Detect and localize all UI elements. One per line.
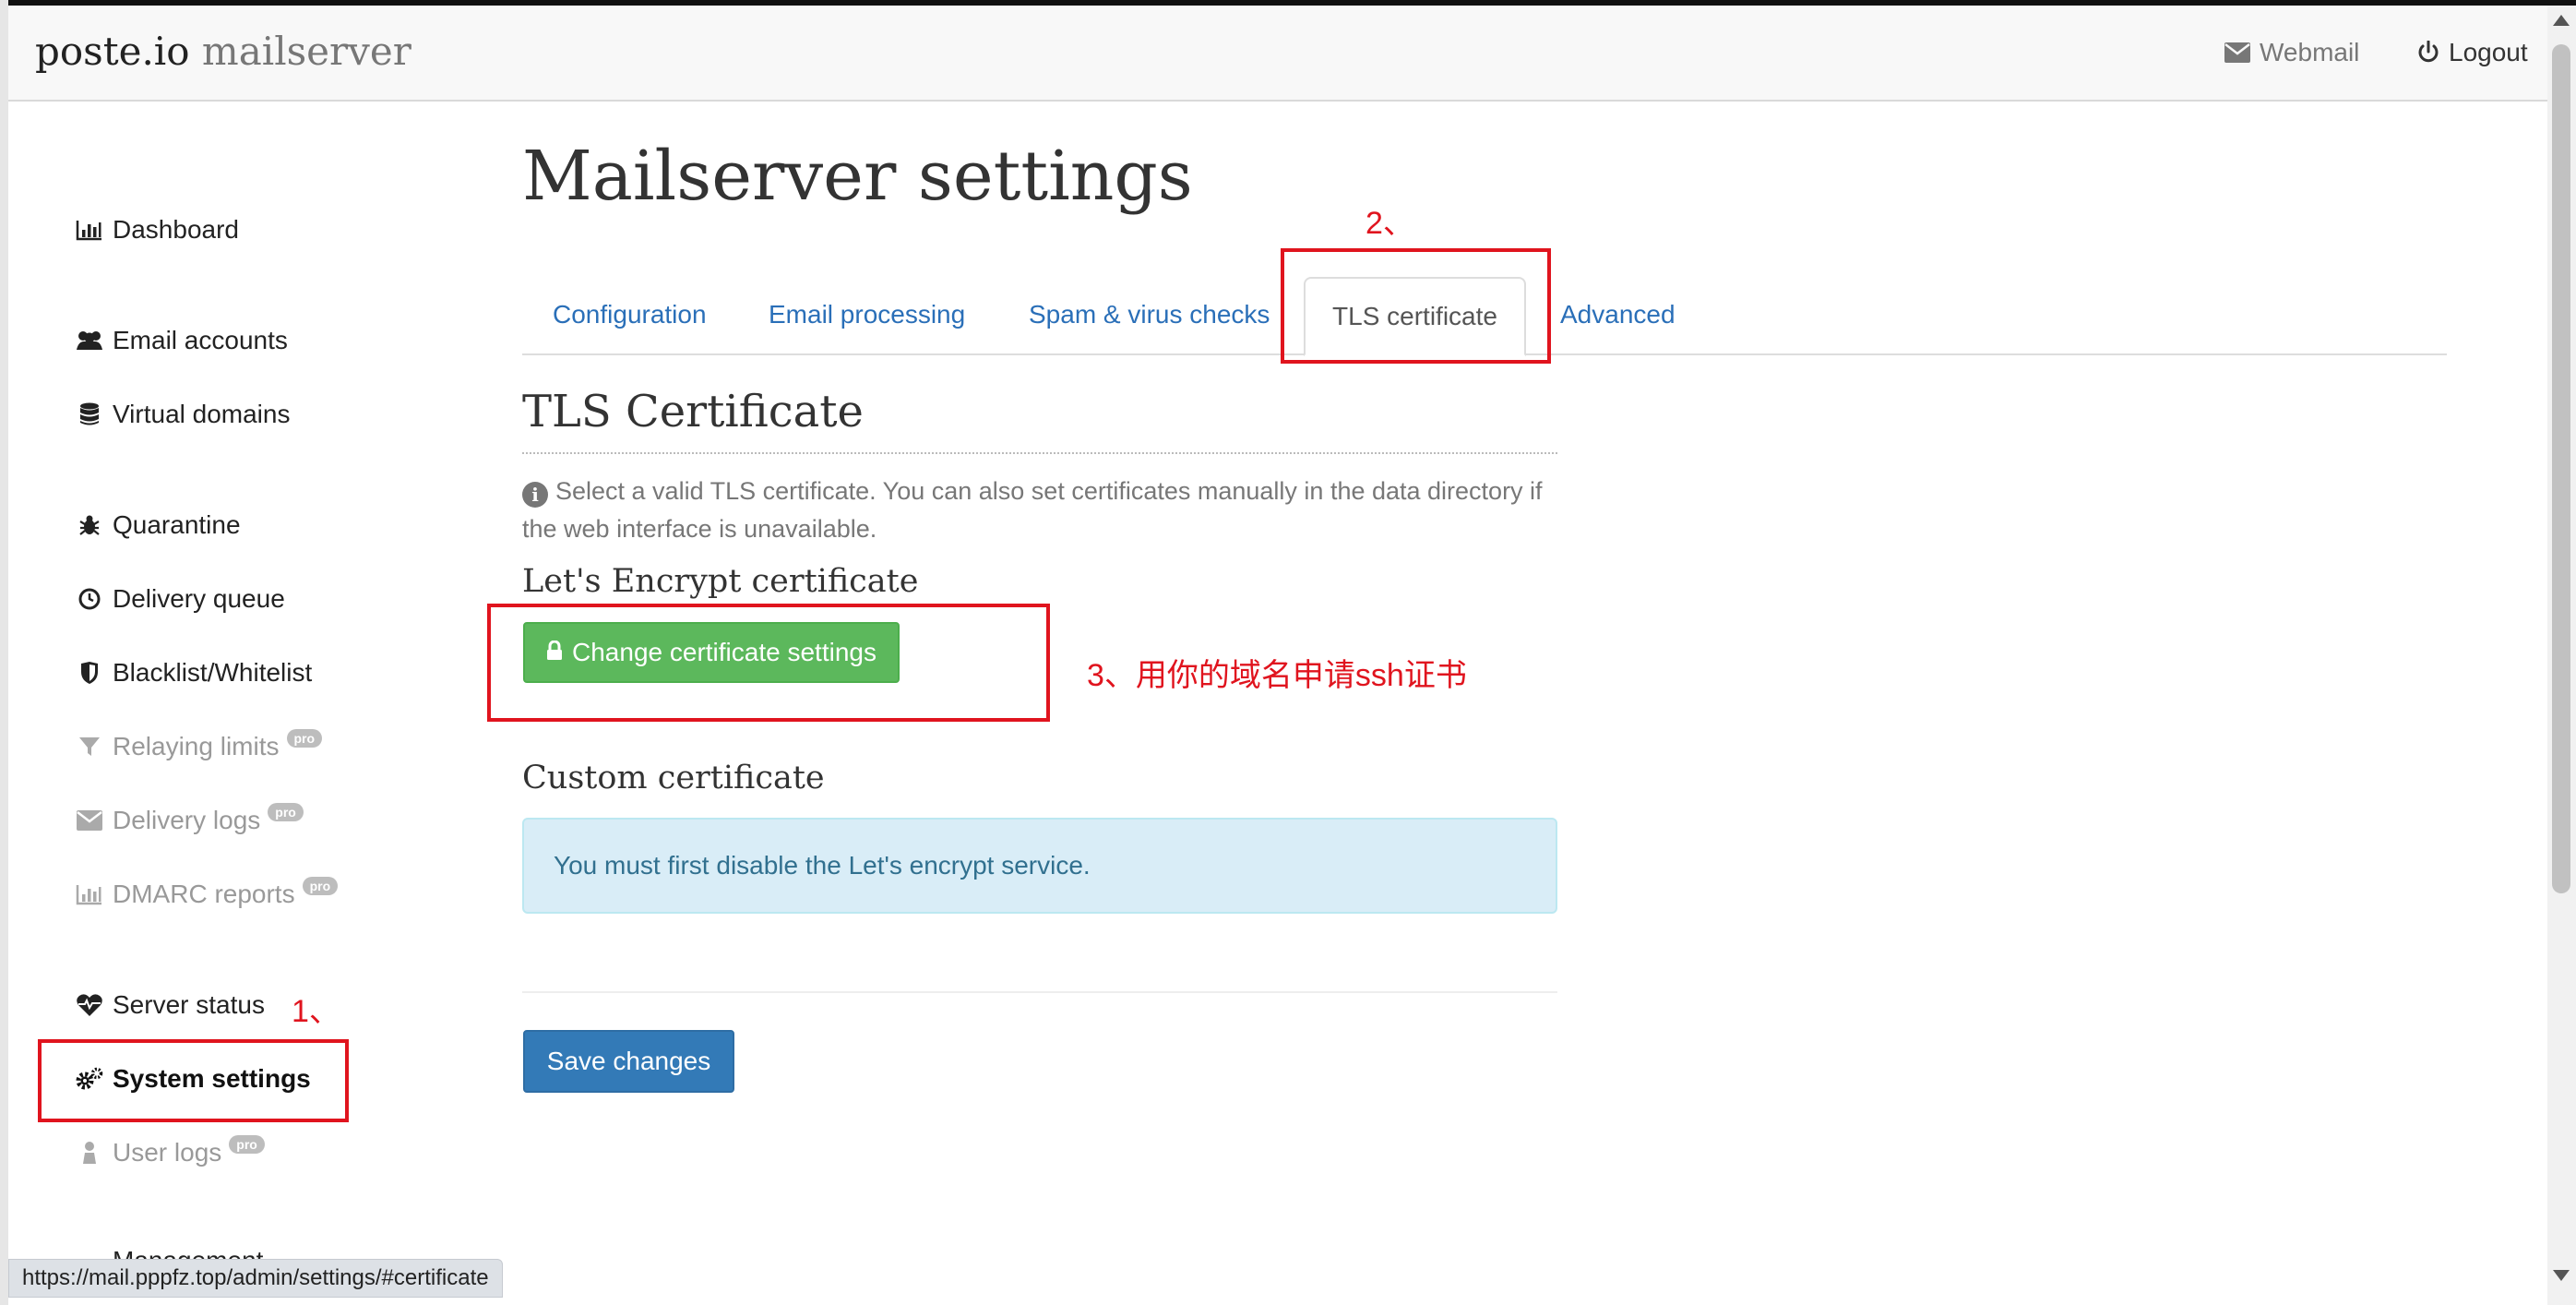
sidebar-item-label: Email accounts — [113, 326, 288, 354]
bug-icon — [74, 509, 105, 541]
logout-label: Logout — [2449, 38, 2528, 66]
custom-certificate-title: Custom certificate — [522, 760, 825, 796]
help-text-content: Select a valid TLS certificate. You can … — [522, 477, 1543, 543]
letsencrypt-title: Let's Encrypt certificate — [522, 563, 919, 600]
filter-icon — [74, 731, 105, 762]
sidebar-item-user-logs[interactable]: User logs pro — [74, 1135, 265, 1168]
info-alert: You must first disable the Let's encrypt… — [522, 818, 1557, 914]
save-changes-label: Save changes — [546, 1047, 711, 1075]
brand-suffix: mailserver — [201, 29, 411, 74]
sidebar-item-delivery-queue[interactable]: Delivery queue — [74, 583, 285, 615]
sidebar-item-quarantine[interactable]: Quarantine — [74, 509, 241, 541]
sidebar-item-label: Dashboard — [113, 215, 239, 244]
users-icon — [74, 325, 105, 356]
sidebar-item-dashboard[interactable]: Dashboard — [74, 214, 239, 245]
info-alert-text: You must first disable the Let's encrypt… — [554, 851, 1091, 880]
top-navbar: poste.io mailserver Webmail Logout — [8, 6, 2547, 102]
form-divider — [522, 991, 1557, 993]
brand-name: poste.io — [35, 29, 190, 74]
help-text: i Select a valid TLS certificate. You can… — [522, 473, 1556, 548]
scroll-up-arrow-icon[interactable] — [2553, 15, 2570, 26]
user-icon — [74, 1137, 105, 1168]
sidebar-item-server-status[interactable]: Server status — [74, 989, 265, 1021]
info-icon: i — [522, 482, 548, 508]
page-title: Mailserver settings — [522, 137, 1193, 216]
sidebar-item-label: Virtual domains — [113, 400, 291, 428]
sidebar-item-relaying-limits[interactable]: Relaying limits pro — [74, 729, 323, 762]
sidebar-item-label: Relaying limits — [113, 732, 280, 760]
window-left-border — [0, 0, 8, 1305]
sidebar-item-label: Server status — [113, 990, 265, 1019]
scroll-down-arrow-icon[interactable] — [2553, 1270, 2570, 1281]
tab-advanced[interactable]: Advanced — [1560, 300, 1676, 329]
status-bar-url: https://mail.pppfz.top/admin/settings/#c… — [8, 1259, 503, 1298]
pro-badge: pro — [286, 729, 323, 748]
shield-icon — [74, 657, 105, 688]
webmail-label: Webmail — [2260, 38, 2360, 66]
sidebar-item-label: Delivery logs — [113, 806, 261, 834]
tab-email-processing[interactable]: Email processing — [769, 300, 965, 329]
clock-icon — [74, 583, 105, 615]
sidebar-item-email-accounts[interactable]: Email accounts — [74, 325, 288, 356]
power-icon — [2417, 41, 2439, 65]
tab-configuration[interactable]: Configuration — [553, 300, 707, 329]
heartbeat-icon — [74, 989, 105, 1021]
sidebar-item-label: DMARC reports — [113, 880, 295, 908]
sidebar-item-dmarc-reports[interactable]: DMARC reports pro — [74, 877, 339, 910]
envelope-icon — [74, 805, 105, 836]
annotation-step1: 1、 — [292, 994, 340, 1029]
logout-link[interactable]: Logout — [2417, 38, 2528, 67]
pro-badge: pro — [229, 1135, 265, 1154]
sidebar-item-label: Blacklist/Whitelist — [113, 658, 313, 687]
pro-badge: pro — [268, 803, 304, 821]
sidebar-item-label: Quarantine — [113, 510, 241, 539]
bar-chart-icon — [74, 879, 105, 910]
save-changes-button[interactable]: Save changes — [523, 1030, 734, 1093]
database-icon — [74, 399, 105, 430]
annotation-step3: 3、用你的域名申请ssh证书 — [1087, 658, 1467, 693]
pro-badge: pro — [302, 877, 339, 895]
envelope-icon — [2224, 42, 2250, 63]
scrollbar-thumb[interactable] — [2552, 44, 2570, 893]
sidebar-item-delivery-logs[interactable]: Delivery logs pro — [74, 803, 304, 836]
tab-spam-virus-checks[interactable]: Spam & virus checks — [1029, 300, 1270, 329]
sidebar-item-blacklist-whitelist[interactable]: Blacklist/Whitelist — [74, 657, 312, 688]
section-title-tls: TLS Certificate — [522, 386, 864, 437]
sidebar-item-virtual-domains[interactable]: Virtual domains — [74, 399, 290, 430]
bar-chart-icon — [74, 214, 105, 245]
annotation-box-step1 — [38, 1039, 349, 1122]
annotation-box-step2 — [1281, 248, 1551, 364]
section-divider — [522, 452, 1557, 454]
brand-logo[interactable]: poste.io mailserver — [35, 29, 411, 74]
sidebar-item-label: User logs — [113, 1138, 222, 1167]
annotation-box-step3 — [487, 604, 1050, 722]
webmail-link[interactable]: Webmail — [2224, 38, 2359, 67]
sidebar-item-label: Delivery queue — [113, 584, 285, 613]
annotation-step2: 2、 — [1366, 206, 1414, 241]
